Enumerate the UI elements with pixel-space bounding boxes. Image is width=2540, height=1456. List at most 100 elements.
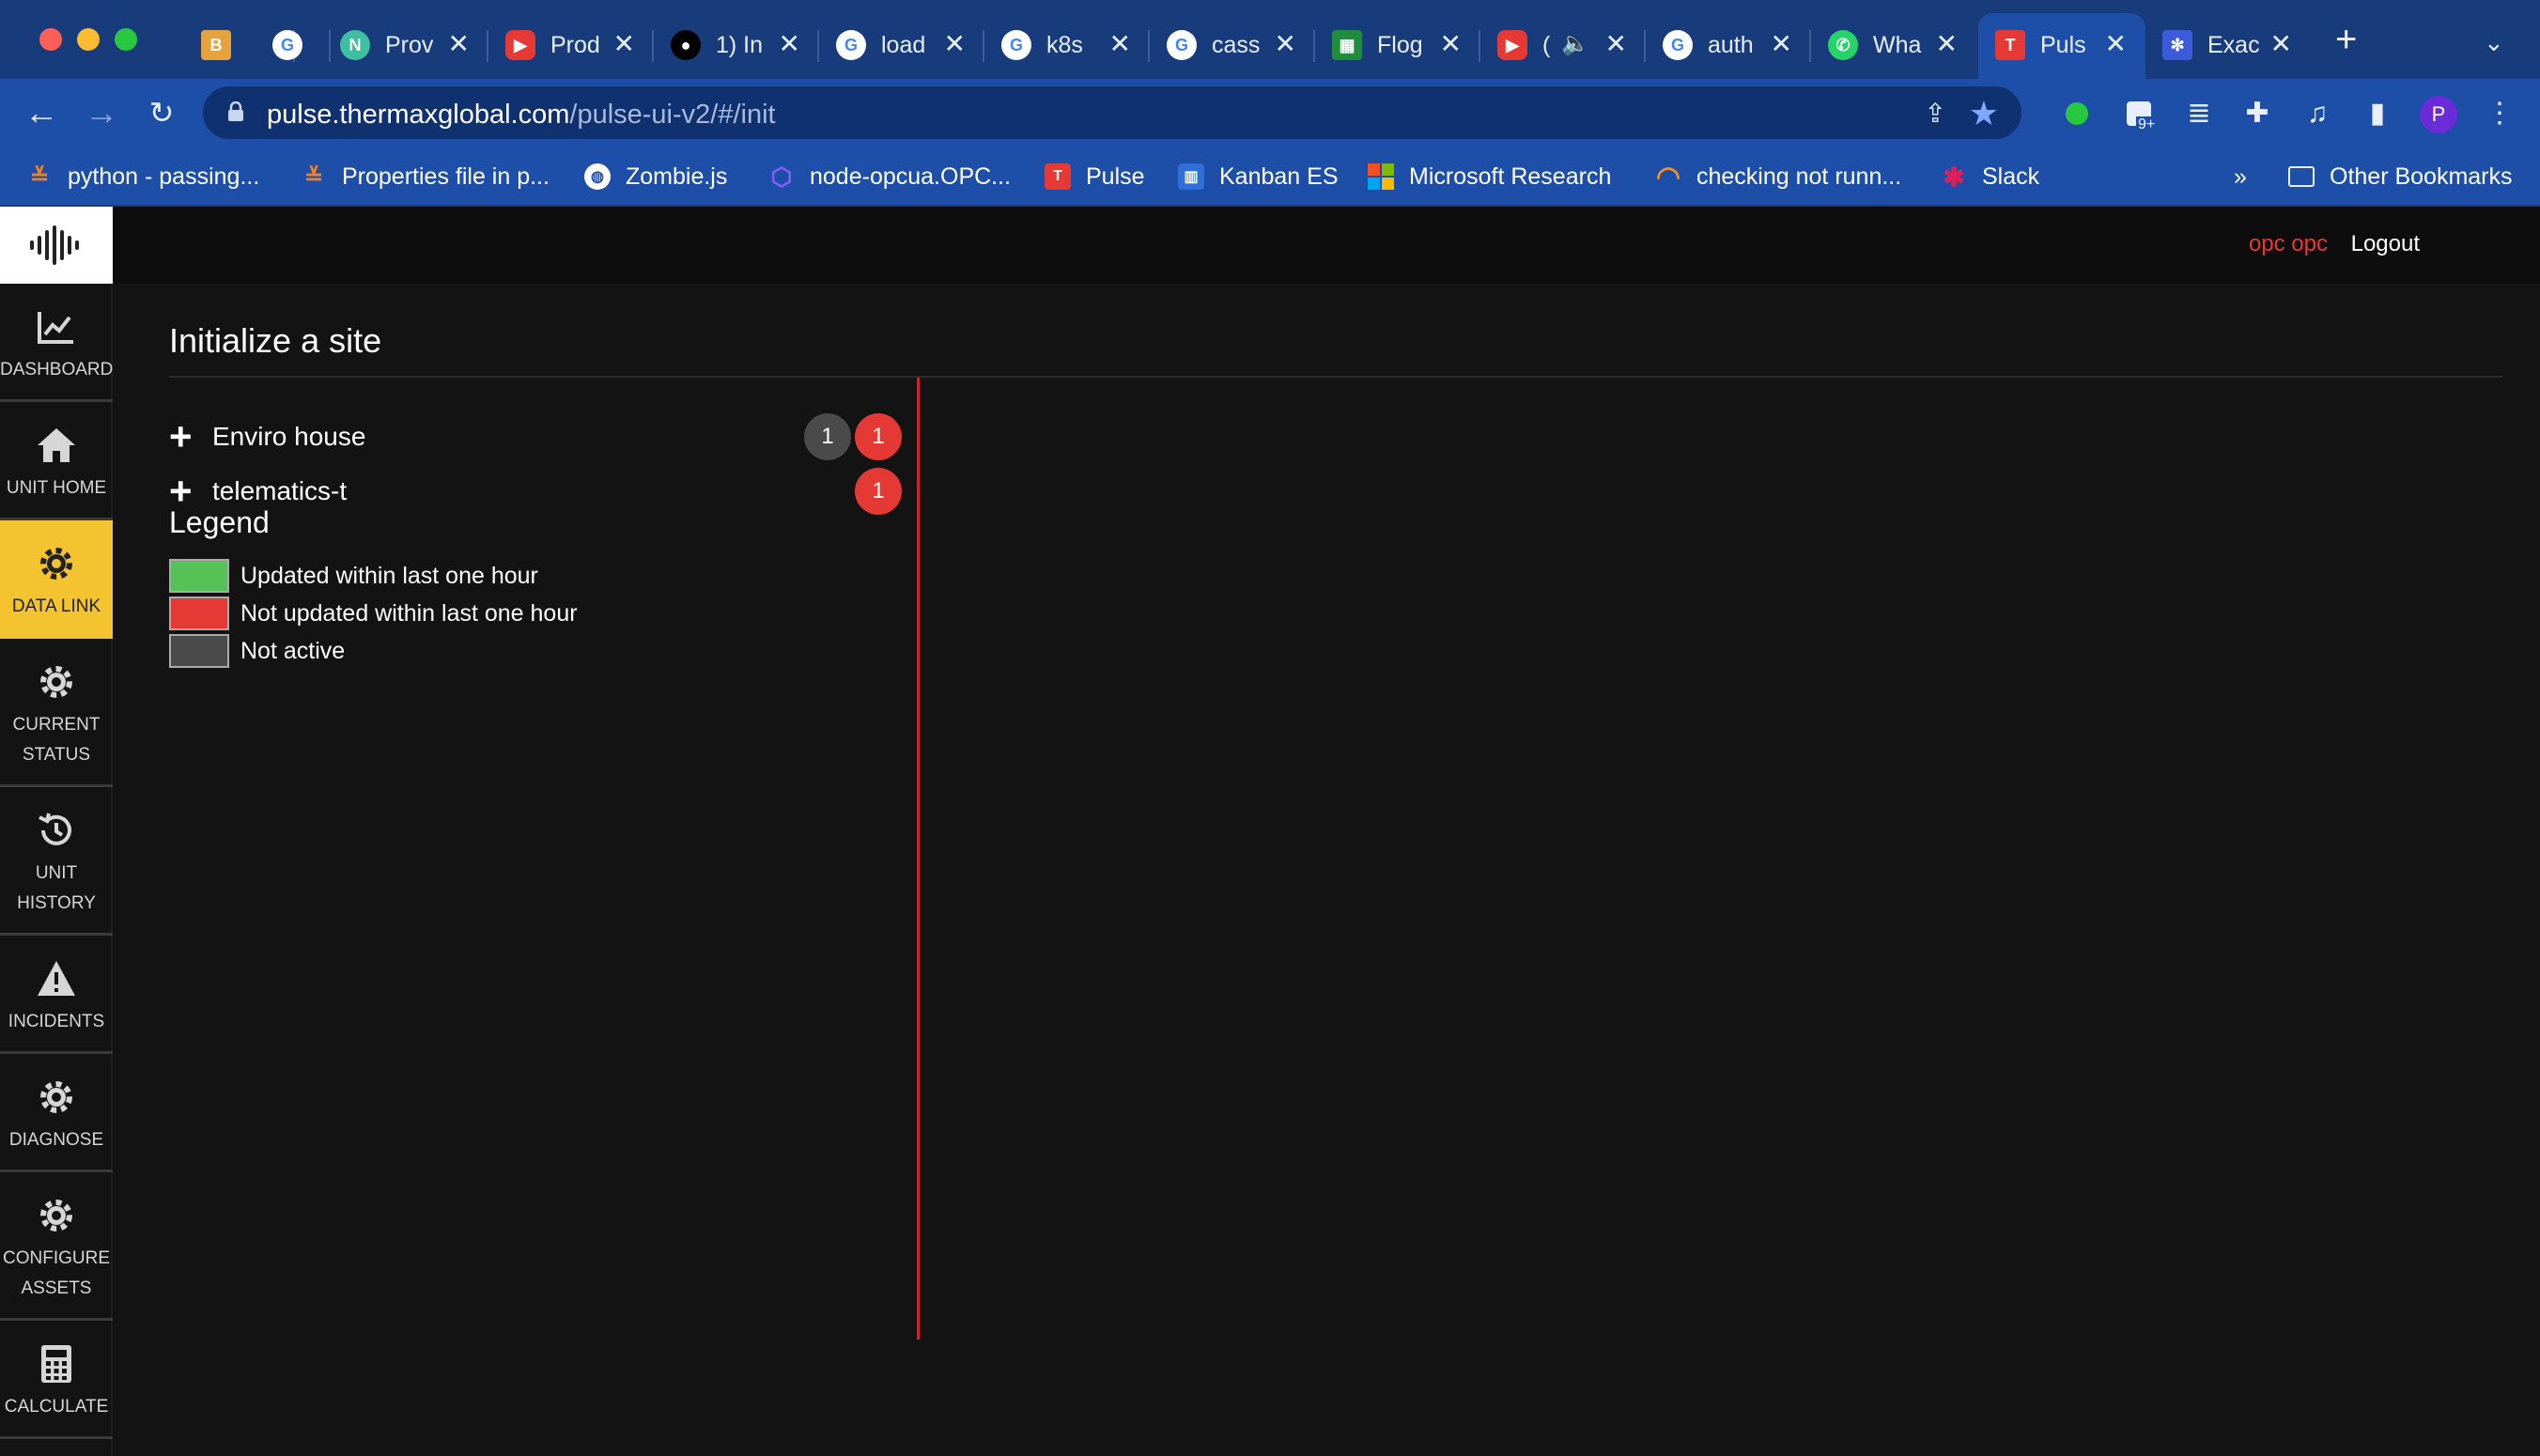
close-icon[interactable]: ✕ xyxy=(779,28,800,59)
nav-configure-assets[interactable]: CONFIGURE ASSETS xyxy=(0,1172,113,1321)
puzzle-extensions-icon[interactable]: ✚ xyxy=(2239,96,2275,132)
site-row[interactable]: + telematics-t 1 xyxy=(169,468,902,515)
nav-current-status[interactable]: CURRENT STATUS xyxy=(0,639,113,787)
bookmark-item[interactable]: ⬡ node-opcua.OPC... xyxy=(768,160,1011,194)
site-row[interactable]: + Enviro house 1 1 xyxy=(169,413,902,460)
pulse-logo[interactable] xyxy=(0,207,113,284)
pulse-icon: T xyxy=(1045,163,1071,190)
pulse-icon: T xyxy=(1995,30,2025,60)
calculator-icon xyxy=(41,1345,71,1383)
cog-icon xyxy=(40,1200,72,1231)
bookmarks-bar: ≚ python - passing... ≚ Properties file … xyxy=(0,147,2540,207)
stale-count-badge: 1 xyxy=(855,413,902,460)
close-icon[interactable]: ✕ xyxy=(1440,28,1462,59)
nav-unit-home[interactable]: UNIT HOME xyxy=(0,402,113,520)
browser-tab[interactable]: ● 1) In ✕ xyxy=(654,13,819,79)
close-icon[interactable]: ✕ xyxy=(2270,28,2292,59)
legend-swatch-gray xyxy=(169,634,229,668)
bookmark-item[interactable]: ✱ Slack xyxy=(1941,160,2039,194)
whatsapp-icon: ✆ xyxy=(1828,30,1858,60)
close-icon[interactable]: ✕ xyxy=(944,28,966,59)
google-icon: G xyxy=(272,30,302,60)
stackoverflow-icon: ≚ xyxy=(303,163,324,190)
back-arrow-icon[interactable]: ← xyxy=(21,92,62,133)
browser-tab-active[interactable]: T Puls ✕ xyxy=(1978,13,2145,79)
home-icon xyxy=(38,428,75,462)
browser-tab[interactable]: G cass ✕ xyxy=(1150,13,1315,79)
inactive-count-badge: 1 xyxy=(804,413,851,460)
bookmark-item[interactable]: ◠ checking not runn... xyxy=(1655,160,1901,194)
cog-icon xyxy=(40,1081,72,1113)
cog-icon xyxy=(40,548,72,580)
google-icon: G xyxy=(1663,30,1693,60)
browser-tab[interactable]: ✻ Exac ✕ xyxy=(2145,13,2311,79)
tab-search-chevron-icon[interactable]: ⌄ xyxy=(2484,28,2504,57)
browser-tab[interactable]: ▦ Flog ✕ xyxy=(1315,13,1480,79)
close-icon[interactable]: ✕ xyxy=(2105,28,2127,59)
nav-dashboard[interactable]: DASHBOARD xyxy=(0,284,113,402)
bookmark-item[interactable]: ▥ Kanban ES xyxy=(1178,160,1339,194)
bookmark-item[interactable]: T Pulse xyxy=(1045,160,1145,194)
browser-tab[interactable]: G xyxy=(256,13,331,79)
browser-tab[interactable]: ✆ Wha ✕ xyxy=(1811,13,1976,79)
browser-tab[interactable]: G load ✕ xyxy=(819,13,984,79)
legend-swatch-red xyxy=(169,596,229,630)
bookmark-item[interactable]: ◍ Zombie.js xyxy=(584,160,727,194)
nav-data-link[interactable]: DATA LINK xyxy=(0,520,113,639)
expand-plus-icon[interactable]: + xyxy=(169,417,212,457)
bookmark-item[interactable]: ≚ Properties file in p... xyxy=(301,160,550,194)
pulse-app: DASHBOARD UNIT HOME DATA LINK CURRENT ST… xyxy=(0,207,2540,1456)
nav-diagnose[interactable]: DIAGNOSE xyxy=(0,1054,113,1172)
close-icon[interactable]: ✕ xyxy=(448,28,470,59)
forward-arrow-icon[interactable]: → xyxy=(81,92,122,133)
side-panel-icon[interactable]: ▮ xyxy=(2360,96,2395,132)
folder-icon xyxy=(2288,166,2315,187)
share-icon[interactable]: ⇪ xyxy=(1925,98,1946,129)
close-icon[interactable]: ✕ xyxy=(613,28,635,59)
legend-item: Not updated within last one hour xyxy=(169,596,578,631)
globe-icon: ◍ xyxy=(584,163,611,190)
close-window-button[interactable] xyxy=(39,28,62,51)
bookmark-star-icon[interactable]: ★ xyxy=(1969,94,1999,133)
browser-tab[interactable]: G k8s ✕ xyxy=(984,13,1150,79)
maximize-window-button[interactable] xyxy=(115,28,137,51)
reload-icon[interactable]: ↻ xyxy=(141,92,182,133)
close-icon[interactable]: ✕ xyxy=(1109,28,1131,59)
expand-plus-icon[interactable]: + xyxy=(169,472,212,511)
browser-tab[interactable]: N Prov ✕ xyxy=(323,13,488,79)
browser-tab[interactable]: ▶ ( 🔈 ✕ xyxy=(1480,13,1646,79)
user-name[interactable]: opc opc xyxy=(2249,231,2328,257)
address-bar[interactable]: pulse.thermaxglobal.com/pulse-ui-v2/#/in… xyxy=(203,86,2021,139)
nav-incidents[interactable]: INCIDENTS xyxy=(0,936,113,1054)
media-playlist-icon[interactable]: ♫ xyxy=(2300,96,2335,132)
nav-calculate[interactable]: CALCULATE xyxy=(0,1321,113,1439)
close-icon[interactable]: ✕ xyxy=(1605,28,1627,59)
browser-tab-bar: B Bu G N Prov ✕ ▶ Prod ✕ ● 1) In ✕ G loa… xyxy=(0,0,2540,79)
other-bookmarks[interactable]: Other Bookmarks xyxy=(2288,160,2513,194)
browser-menu-icon[interactable]: ⋮ xyxy=(2482,96,2517,132)
green-status-icon[interactable] xyxy=(2059,96,2095,132)
n-icon: N xyxy=(340,30,370,60)
minimize-window-button[interactable] xyxy=(77,28,100,51)
close-icon[interactable]: ✕ xyxy=(1771,28,1792,59)
speaker-icon[interactable]: 🔈 xyxy=(1561,30,1589,57)
close-icon[interactable]: ✕ xyxy=(1936,28,1958,59)
bookmark-item[interactable]: Microsoft Research xyxy=(1368,160,1611,194)
nav-unit-history[interactable]: UNIT HISTORY xyxy=(0,787,113,936)
site-name[interactable]: telematics-t xyxy=(212,476,347,506)
bookmark-item[interactable]: ≚ python - passing... xyxy=(26,160,259,194)
logout-button[interactable]: Logout xyxy=(2351,231,2420,257)
site-name[interactable]: Enviro house xyxy=(212,422,365,452)
bookmarks-overflow-chevron-icon[interactable]: » xyxy=(2234,160,2247,194)
cog-icon xyxy=(40,666,72,698)
browser-tab[interactable]: G auth ✕ xyxy=(1646,13,1811,79)
main-content: Initialize a site + Enviro house 1 1 + t… xyxy=(169,321,2502,1340)
extension-icon[interactable]: 9+ xyxy=(2121,96,2158,133)
profile-avatar[interactable]: P xyxy=(2420,96,2457,133)
loading-icon: ◠ xyxy=(1655,161,1681,193)
new-tab-button[interactable]: + xyxy=(2335,21,2357,58)
list-extension-icon[interactable]: ≣ xyxy=(2181,96,2217,132)
close-icon[interactable]: ✕ xyxy=(1275,28,1296,59)
browser-tab[interactable]: ▶ Prod ✕ xyxy=(488,13,654,79)
google-icon: G xyxy=(1167,30,1197,60)
